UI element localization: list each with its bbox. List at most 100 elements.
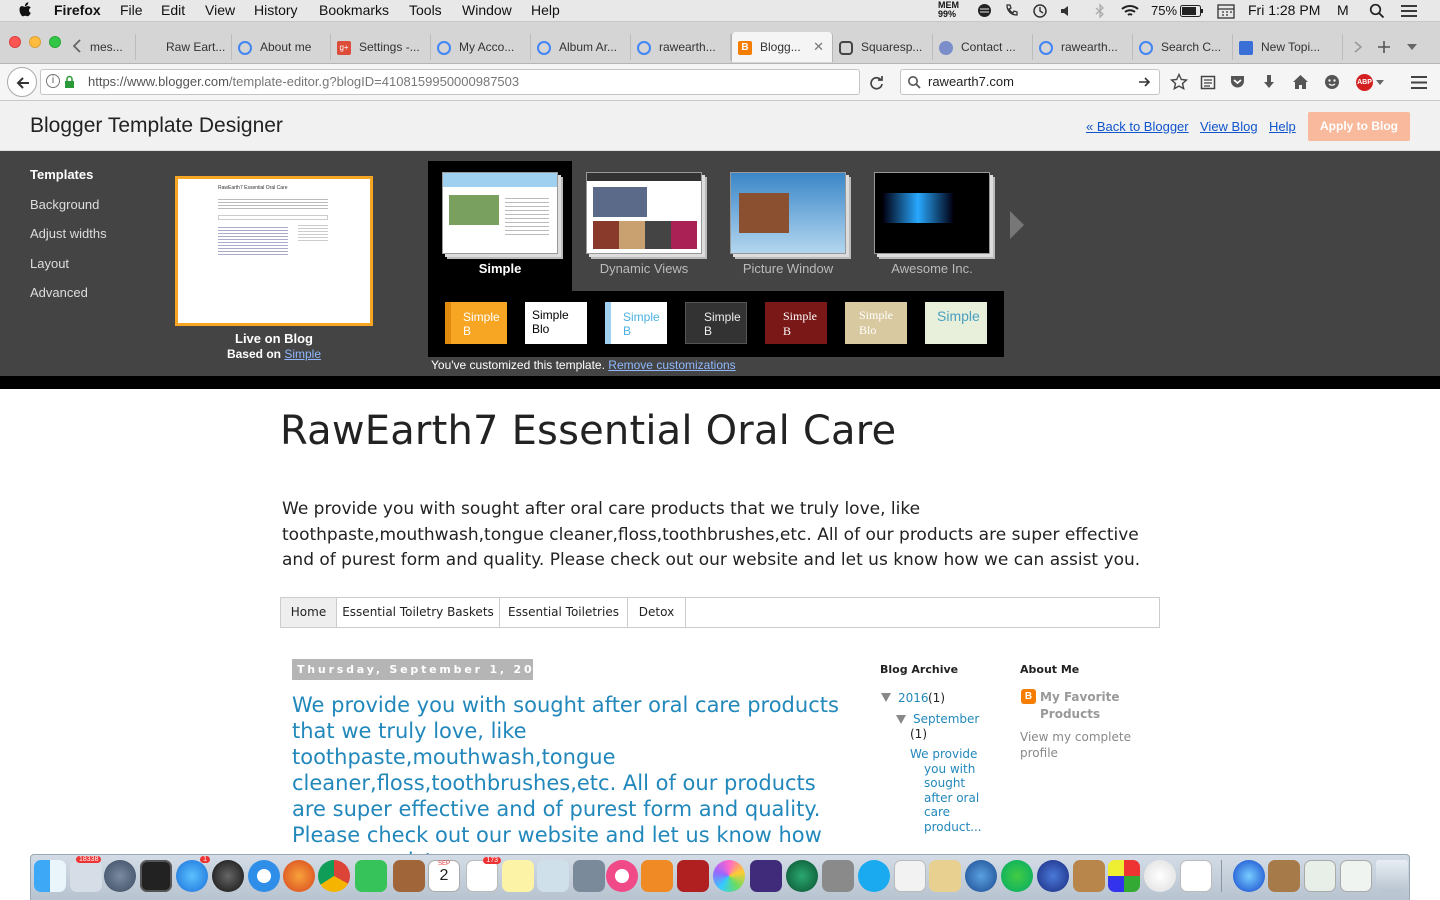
phone-icon[interactable] [1004, 3, 1018, 18]
template-label-picture-window[interactable]: Picture Window [716, 261, 860, 276]
blog-tab-detox[interactable]: Detox [628, 598, 686, 627]
adblock-dropdown-chevron-icon[interactable] [1376, 80, 1384, 85]
profile-name-link[interactable]: My Favorite Products [1040, 689, 1120, 723]
notes-icon[interactable] [502, 860, 534, 892]
live-template-thumbnail[interactable]: RawEarth7 Essential Oral Care [175, 176, 373, 326]
tab-scroll-right-icon[interactable] [1352, 40, 1364, 54]
back-to-blogger-link[interactable]: « Back to Blogger [1086, 119, 1189, 134]
back-button[interactable] [7, 67, 37, 97]
document-stack-icon[interactable] [1304, 860, 1336, 892]
dashboard-icon[interactable] [212, 860, 244, 892]
tab-13[interactable]: New Topi... [1233, 34, 1343, 60]
blog-tab-home[interactable]: Home [281, 598, 337, 627]
tab-3[interactable]: About me [232, 34, 331, 60]
blog-title[interactable]: RawEarth7 Essential Oral Care [280, 408, 896, 454]
notification-center-icon[interactable] [1400, 4, 1418, 18]
menu-window[interactable]: Window [462, 2, 512, 18]
post-title[interactable]: We provide you with sought after oral ca… [292, 692, 842, 874]
adblock-plus-icon[interactable]: ABP [1356, 74, 1373, 91]
tab-list-chevron-down-icon[interactable] [1407, 44, 1417, 50]
variant-thumb-4[interactable]: Simple B [685, 302, 747, 344]
color-grid-app-icon[interactable] [1108, 860, 1140, 892]
tab-4[interactable]: g+ Settings -... [331, 34, 431, 60]
search-go-arrow-icon[interactable] [1138, 76, 1151, 88]
close-tab-icon[interactable]: ✕ [813, 32, 824, 62]
tab-8-active[interactable]: B Blogg... ✕ [731, 32, 833, 62]
window-zoom-button[interactable] [49, 36, 61, 48]
downloads-globe-icon[interactable] [1233, 860, 1265, 892]
time-machine-dock-icon[interactable] [786, 860, 818, 892]
maps-icon[interactable] [537, 860, 569, 892]
template-thumb-dynamic-views[interactable] [586, 172, 702, 254]
tab-6[interactable]: Album Ar... [531, 34, 631, 60]
xcode-icon[interactable] [965, 860, 997, 892]
ibooks-icon[interactable] [641, 860, 673, 892]
archive-year-link[interactable]: 2016 [898, 691, 929, 705]
tab-1[interactable]: mes... [88, 34, 136, 60]
calendar-icon[interactable]: SEP 2 [428, 860, 460, 892]
variant-thumb-6[interactable]: Simple Blo [845, 302, 907, 344]
document-stack-2-icon[interactable] [1340, 860, 1372, 892]
menu-file[interactable]: File [120, 2, 143, 18]
mission-control-icon[interactable] [140, 860, 172, 892]
volume-icon[interactable] [1060, 4, 1074, 18]
archive-year-toggle-icon[interactable] [881, 693, 891, 702]
blog-tab-essential-toiletries[interactable]: Essential Toiletries [500, 598, 628, 627]
globe-app-icon[interactable] [1001, 860, 1033, 892]
template-thumb-awesome-inc[interactable] [874, 172, 990, 254]
menu-bookmarks[interactable]: Bookmarks [319, 2, 389, 18]
finder-icon[interactable] [34, 860, 66, 892]
pocket-icon[interactable] [1229, 74, 1246, 90]
variant-thumb-2[interactable]: Simple Blo [525, 302, 587, 344]
template-label-awesome-inc[interactable]: Awesome Inc. [860, 261, 1004, 276]
menu-history[interactable]: History [254, 2, 298, 18]
menu-tools[interactable]: Tools [409, 2, 442, 18]
network-globe-icon[interactable] [1037, 860, 1069, 892]
archive-month-toggle-icon[interactable] [896, 715, 906, 724]
blog-tab-essential-toiletry-baskets[interactable]: Essential Toiletry Baskets [337, 598, 500, 627]
battery-icon[interactable] [1180, 5, 1204, 17]
tab-7[interactable]: rawearth... [631, 34, 731, 60]
trash-icon[interactable] [1376, 860, 1408, 892]
memory-indicator[interactable]: MEM 99% [938, 1, 959, 19]
photo-booth-icon[interactable] [677, 860, 709, 892]
sidebar-item-templates[interactable]: Templates [30, 167, 93, 182]
url-bar[interactable]: i https://www.blogger.com/template-edito… [40, 69, 860, 95]
menu-app-name[interactable]: Firefox [54, 2, 101, 18]
bookmark-star-icon[interactable] [1170, 73, 1188, 91]
safari-compass-icon[interactable] [248, 860, 280, 892]
app-store-icon[interactable]: 1 [176, 856, 210, 892]
script-editor-icon[interactable] [1180, 860, 1212, 892]
archive-utility-icon[interactable] [1073, 860, 1105, 892]
tab-scroll-left-icon[interactable] [71, 38, 83, 54]
tab-10[interactable]: Contact ... [933, 34, 1033, 60]
tab-9[interactable]: Squaresp... [833, 34, 933, 60]
facetime-icon[interactable] [355, 860, 387, 892]
stack-folder-icon[interactable] [1268, 860, 1300, 892]
search-input[interactable]: rawearth7.com [928, 70, 1014, 94]
template-label-simple[interactable]: Simple [428, 261, 572, 276]
skype-icon[interactable] [858, 860, 890, 892]
view-blog-link[interactable]: View Blog [1200, 119, 1258, 134]
downloads-icon[interactable] [1262, 74, 1276, 90]
time-machine-icon[interactable] [1032, 3, 1048, 19]
textedit-icon[interactable] [894, 860, 926, 892]
variant-thumb-7[interactable]: Simple [925, 302, 987, 344]
reminders-icon[interactable]: 173 [466, 857, 501, 892]
bluetooth-icon[interactable] [1094, 3, 1106, 19]
mail-stamp-icon[interactable]: 18338 [70, 856, 102, 892]
itunes-icon[interactable] [606, 860, 638, 892]
tab-2[interactable]: Raw Eart... [136, 34, 232, 60]
calendar-menu-icon[interactable] [1217, 3, 1235, 19]
window-minimize-button[interactable] [29, 36, 41, 48]
tab-11[interactable]: rawearth... [1033, 34, 1133, 60]
help-link[interactable]: Help [1269, 119, 1296, 134]
vlc-cone-icon[interactable] [1144, 860, 1176, 892]
imovie-star-icon[interactable] [750, 860, 782, 892]
pages-icon[interactable] [929, 860, 961, 892]
launchpad-rocket-icon[interactable] [104, 860, 136, 892]
system-preferences-gear-icon[interactable] [822, 860, 854, 892]
home-icon[interactable] [1292, 74, 1309, 90]
sidebar-item-adjust-widths[interactable]: Adjust widths [30, 226, 107, 241]
variant-thumb-3[interactable]: Simple B [605, 302, 667, 344]
